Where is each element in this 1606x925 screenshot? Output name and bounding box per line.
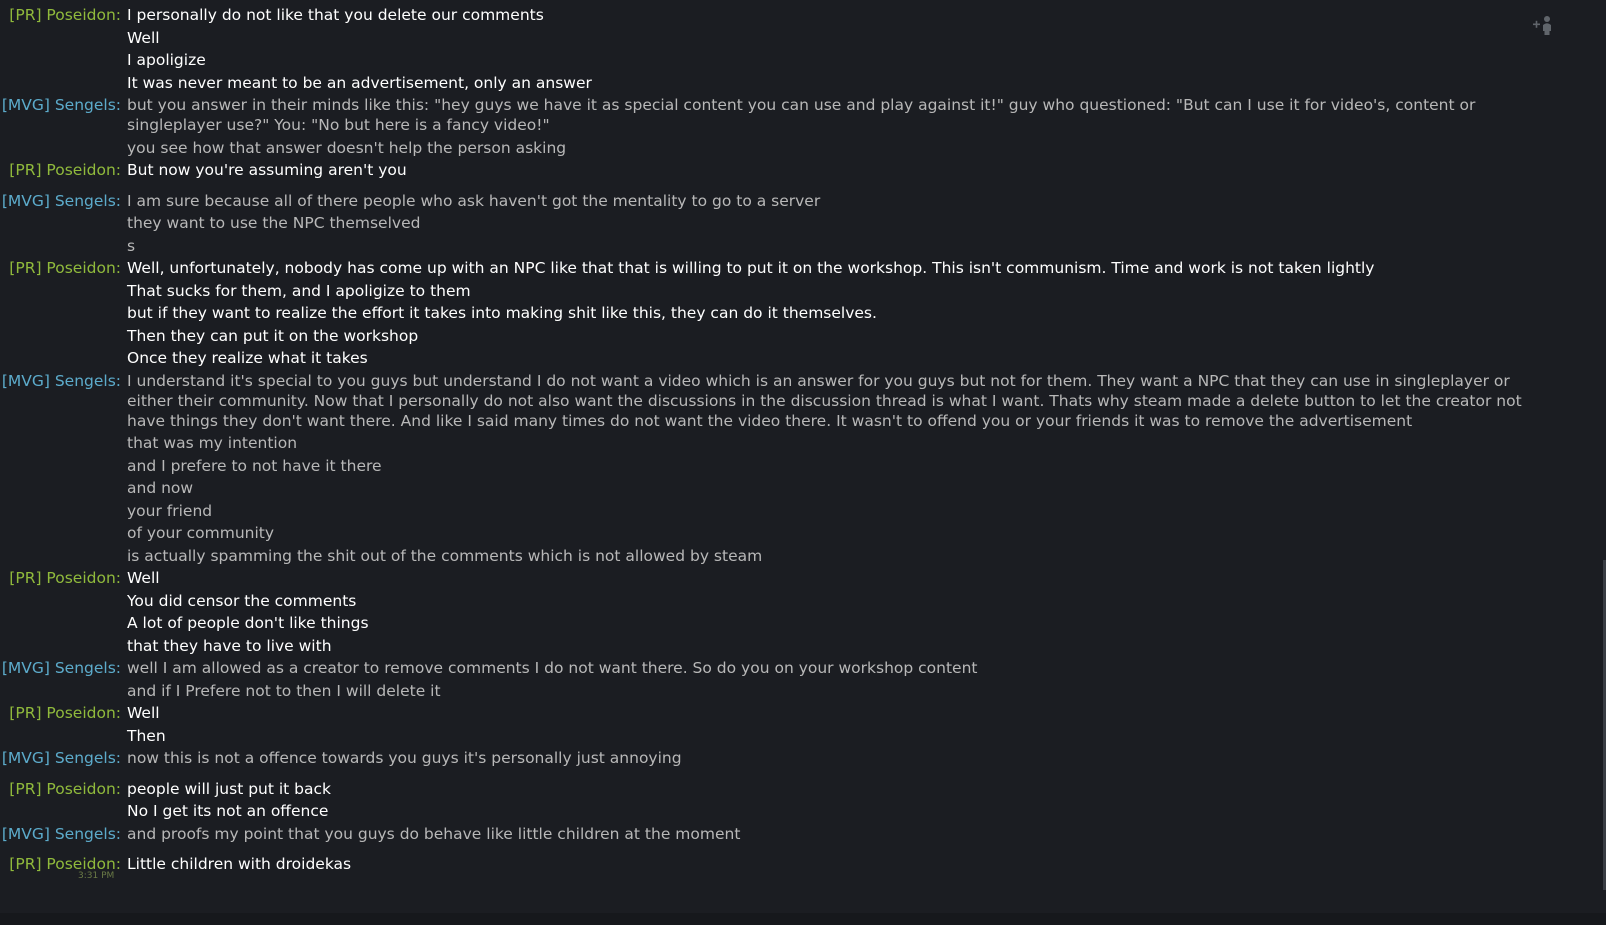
add-friend-button[interactable] xyxy=(1532,14,1554,36)
message-text: But now you're assuming aren't you xyxy=(127,161,407,179)
message-text: That sucks for them, and I apoligize to … xyxy=(127,281,471,300)
sender-name[interactable]: [MVG] Sengels: xyxy=(0,190,127,211)
message-lines: Well Then xyxy=(127,702,1537,747)
message-text: Once they realize what it takes xyxy=(127,349,368,367)
message-text: No I get its not an offence xyxy=(127,802,329,820)
message-group: [MVG] Sengels: and proofs my point that y… xyxy=(0,823,1560,846)
message-text: is actually spamming the shit out of the… xyxy=(127,546,763,565)
message-timestamp: 3:31 PM xyxy=(78,871,115,881)
message-lines: people will just put it back No I get its… xyxy=(127,778,1537,823)
message-text: I am sure because all of there people wh… xyxy=(127,191,821,210)
sender-name[interactable]: [MVG] Sengels: xyxy=(0,747,127,768)
message-lines: Well You did censor the comments A lot of … xyxy=(127,567,1537,657)
message-group: [MVG] Sengels: now this is not a offence … xyxy=(0,747,1560,770)
message-text: they want to use the NPC themselved xyxy=(127,214,421,232)
message-text: and proofs my point that you guys do beh… xyxy=(127,824,741,843)
message-text: of your community xyxy=(127,524,275,542)
message-text: now this is not a offence towards you gu… xyxy=(127,749,682,767)
scrollbar[interactable] xyxy=(1568,0,1606,925)
message-text: but if they want to realize the effort i… xyxy=(127,304,877,322)
message-text: people will just put it back xyxy=(127,779,332,798)
message-text: It was never meant to be an advertisemen… xyxy=(127,73,592,92)
message-lines: and proofs my point that you guys do beh… xyxy=(127,823,1537,846)
message-lines: but you answer in their minds like this:… xyxy=(127,94,1537,159)
sender-name[interactable]: [MVG] Sengels: xyxy=(0,94,127,115)
message-text: but you answer in their minds like this:… xyxy=(127,96,1476,134)
message-lines: well I am allowed as a creator to remove… xyxy=(127,657,1537,702)
message-text: You did censor the comments xyxy=(127,591,357,610)
message-text: Then xyxy=(127,726,166,745)
message-text: A lot of people don't like things xyxy=(127,614,369,632)
message-group: [MVG] Sengels: well I am allowed as a cre… xyxy=(0,657,1560,702)
sender-name[interactable]: [PR] Poseidon: xyxy=(0,567,127,588)
message-group: [PR] Poseidon: I personally do not like t… xyxy=(0,4,1560,94)
message-text: I apoligize xyxy=(127,51,206,69)
message-group: [PR] Poseidon: But now you're assuming ar… xyxy=(0,159,1560,182)
sender-name[interactable]: [PR] Poseidon: xyxy=(0,702,127,723)
message-text: that they have to live with xyxy=(127,636,332,655)
sender-name[interactable]: [PR] Poseidon: xyxy=(0,159,127,180)
message-lines: now this is not a offence towards you gu… xyxy=(127,747,1537,770)
message-text: Little children with droidekas xyxy=(127,855,352,873)
message-text: Well xyxy=(127,704,160,722)
message-lines: Little children with droidekas xyxy=(127,853,1537,876)
message-lines: I understand it's special to you guys bu… xyxy=(127,370,1537,568)
message-group: [PR] Poseidon: Well Then xyxy=(0,702,1560,747)
message-group: [PR] Poseidon: Well You did censor the com… xyxy=(0,567,1560,657)
chat-window: [PR] Poseidon: I personally do not like t… xyxy=(0,0,1606,925)
message-text: Then they can put it on the workshop xyxy=(127,326,419,345)
message-text: that was my intention xyxy=(127,434,298,452)
sender-name[interactable]: [MVG] Sengels: xyxy=(0,823,127,844)
message-text: Well xyxy=(127,28,160,47)
message-text: s xyxy=(127,236,136,255)
message-text: and I prefere to not have it there xyxy=(127,456,382,475)
message-group: [MVG] Sengels: I am sure because all of t… xyxy=(0,190,1560,258)
message-text: and if I Prefere not to then I will dele… xyxy=(127,681,441,700)
message-text: your friend xyxy=(127,501,213,520)
sender-name[interactable]: [MVG] Sengels: xyxy=(0,657,127,678)
message-text: and now xyxy=(127,479,194,497)
message-lines: Well, unfortunately, nobody has come up … xyxy=(127,257,1537,370)
message-lines: But now you're assuming aren't you xyxy=(127,159,1537,182)
message-text: Well, unfortunately, nobody has come up … xyxy=(127,259,1375,277)
message-lines: I personally do not like that you delete… xyxy=(127,4,1537,94)
message-text: well I am allowed as a creator to remove… xyxy=(127,659,978,677)
sender-name[interactable]: [PR] Poseidon: xyxy=(0,778,127,799)
message-group: [PR] Poseidon: Well, unfortunately, nobod… xyxy=(0,257,1560,370)
message-group: [MVG] Sengels: but you answer in their mi… xyxy=(0,94,1560,159)
message-text: you see how that answer doesn't help the… xyxy=(127,138,567,157)
chat-log: [PR] Poseidon: I personally do not like t… xyxy=(0,4,1560,876)
add-friend-icon xyxy=(1533,16,1551,35)
message-text: Well xyxy=(127,569,160,587)
message-text: I personally do not like that you delete… xyxy=(127,6,544,24)
chat-footer xyxy=(0,913,1606,925)
sender-name[interactable]: [MVG] Sengels: xyxy=(0,370,127,391)
sender-name[interactable]: [PR] Poseidon: xyxy=(0,4,127,25)
message-lines: I am sure because all of there people wh… xyxy=(127,190,1537,258)
message-group: [MVG] Sengels: I understand it's special … xyxy=(0,370,1560,568)
message-text: I understand it's special to you guys bu… xyxy=(127,371,1522,430)
message-group: [PR] Poseidon: people will just put it ba… xyxy=(0,778,1560,823)
sender-name[interactable]: [PR] Poseidon: xyxy=(0,257,127,278)
message-group: [PR] Poseidon: Little children with droid… xyxy=(0,853,1560,876)
